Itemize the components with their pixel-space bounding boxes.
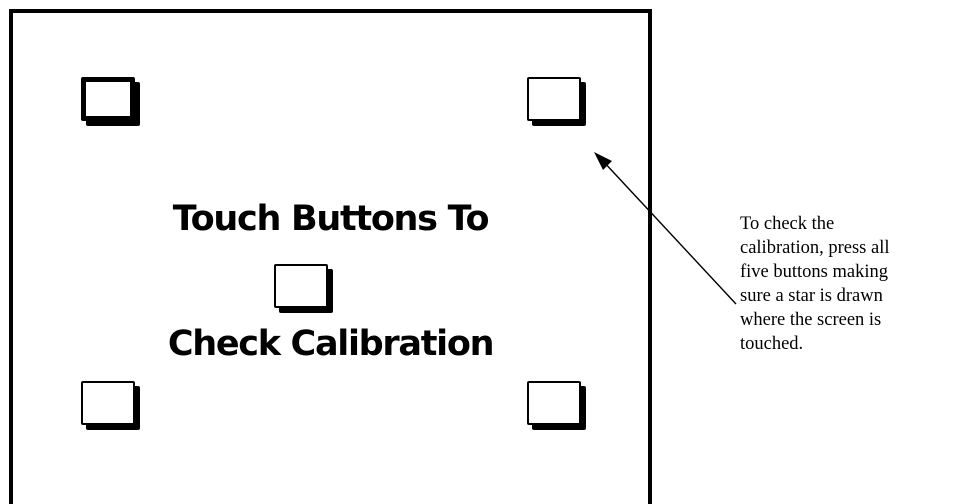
- calibration-heading-line-1: Touch Buttons To: [172, 199, 490, 239]
- calibration-button-top-right[interactable]: [527, 77, 581, 121]
- calibration-screen: Touch Buttons To Check Calibration: [9, 9, 652, 504]
- calibration-instruction-note: To check the calibration, press all five…: [740, 214, 890, 354]
- calibration-heading-line-2: Check Calibration: [167, 324, 495, 364]
- calibration-button-bottom-left[interactable]: [81, 381, 135, 425]
- calibration-button-top-left[interactable]: [81, 77, 135, 121]
- calibration-button-center[interactable]: [274, 264, 328, 308]
- calibration-button-bottom-right[interactable]: [527, 381, 581, 425]
